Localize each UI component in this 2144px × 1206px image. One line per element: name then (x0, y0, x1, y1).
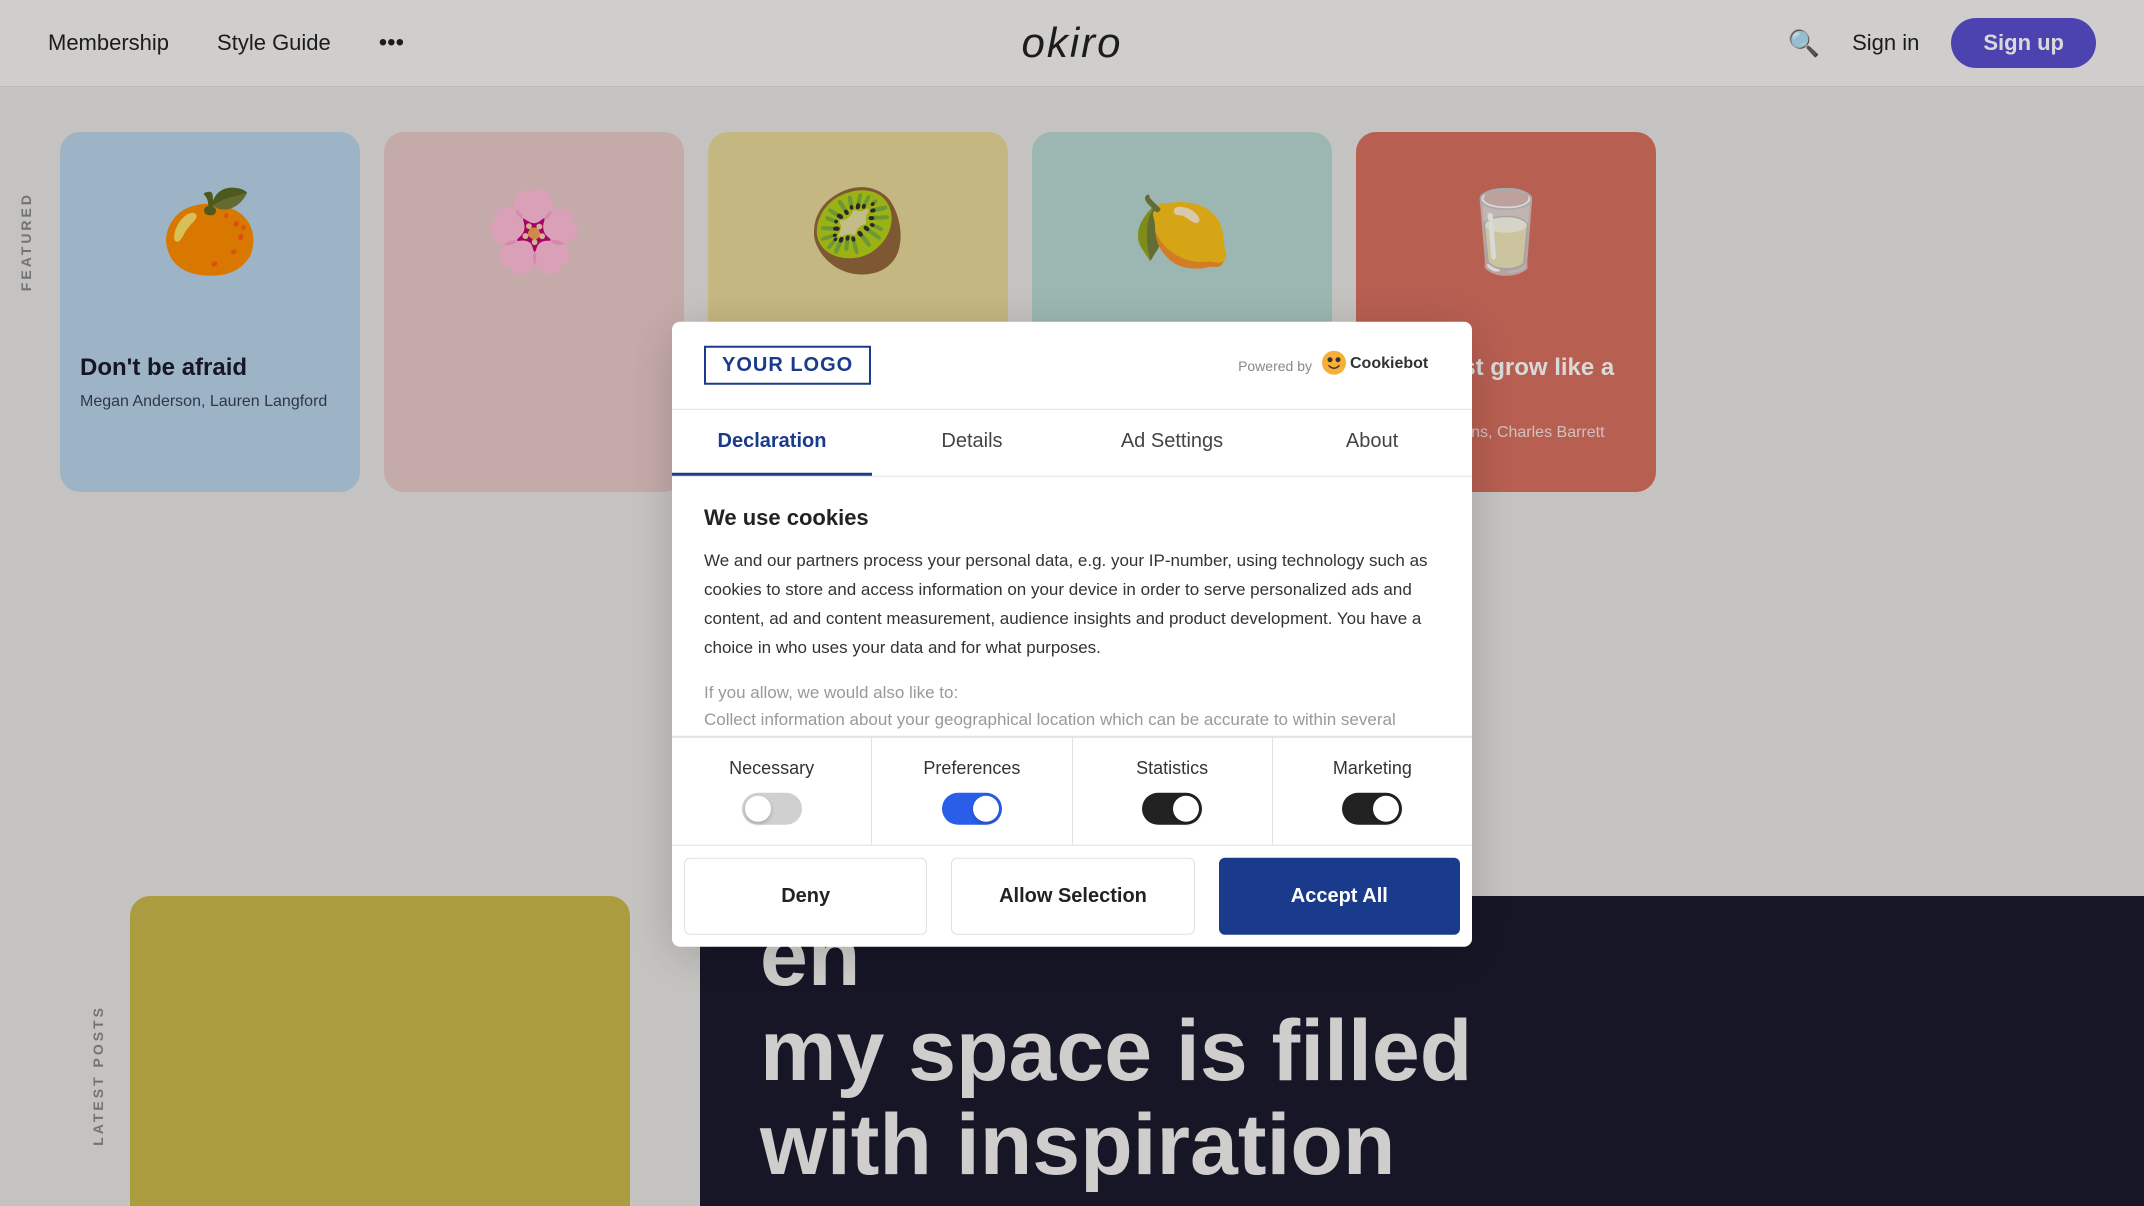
toggle-label-preferences: Preferences (923, 758, 1020, 779)
toggle-thumb-preferences (973, 796, 999, 822)
tab-declaration[interactable]: Declaration (672, 410, 872, 476)
toggle-statistics[interactable] (1142, 793, 1202, 825)
accept-all-button[interactable]: Accept All (1219, 858, 1460, 935)
toggle-label-statistics: Statistics (1136, 758, 1208, 779)
toggle-cell-preferences: Preferences (872, 738, 1072, 845)
toggle-thumb-statistics (1173, 796, 1199, 822)
modal-logo: YOUR LOGO (704, 346, 871, 385)
toggle-cell-statistics: Statistics (1073, 738, 1273, 845)
cookiebot-badge: Powered by Cookiebot (1238, 349, 1440, 382)
modal-header: YOUR LOGO Powered by Cookiebot (672, 322, 1472, 410)
tab-ad-settings[interactable]: Ad Settings (1072, 410, 1272, 476)
svg-text:Cookiebot: Cookiebot (1350, 355, 1429, 372)
modal-body-secondary-text: If you allow, we would also like to: (704, 678, 1440, 705)
powered-by-text: Powered by (1238, 357, 1312, 373)
toggle-marketing[interactable] (1342, 793, 1402, 825)
toggle-label-necessary: Necessary (729, 758, 814, 779)
deny-button[interactable]: Deny (684, 858, 927, 935)
cookie-modal: YOUR LOGO Powered by Cookiebot Declarati… (672, 322, 1472, 947)
toggle-thumb-necessary (745, 796, 771, 822)
tab-about[interactable]: About (1272, 410, 1472, 476)
modal-body-title: We use cookies (704, 505, 1440, 531)
modal-footer: Deny Allow Selection Accept All (672, 845, 1472, 947)
cookiebot-logo: Cookiebot (1320, 349, 1440, 382)
toggle-preferences[interactable] (942, 793, 1002, 825)
modal-tabs: Declaration Details Ad Settings About (672, 410, 1472, 477)
toggle-row: Necessary Preferences Statistics Marke (672, 737, 1472, 845)
allow-selection-button[interactable]: Allow Selection (951, 858, 1194, 935)
toggle-cell-marketing: Marketing (1273, 738, 1472, 845)
toggle-necessary[interactable] (742, 793, 802, 825)
toggle-cell-necessary: Necessary (672, 738, 872, 845)
toggle-label-marketing: Marketing (1333, 758, 1412, 779)
modal-body-tertiary-text: Collect information about your geographi… (704, 706, 1440, 737)
modal-body: We use cookies We and our partners proce… (672, 477, 1472, 737)
modal-body-main-text: We and our partners process your persona… (704, 547, 1440, 663)
tab-details[interactable]: Details (872, 410, 1072, 476)
